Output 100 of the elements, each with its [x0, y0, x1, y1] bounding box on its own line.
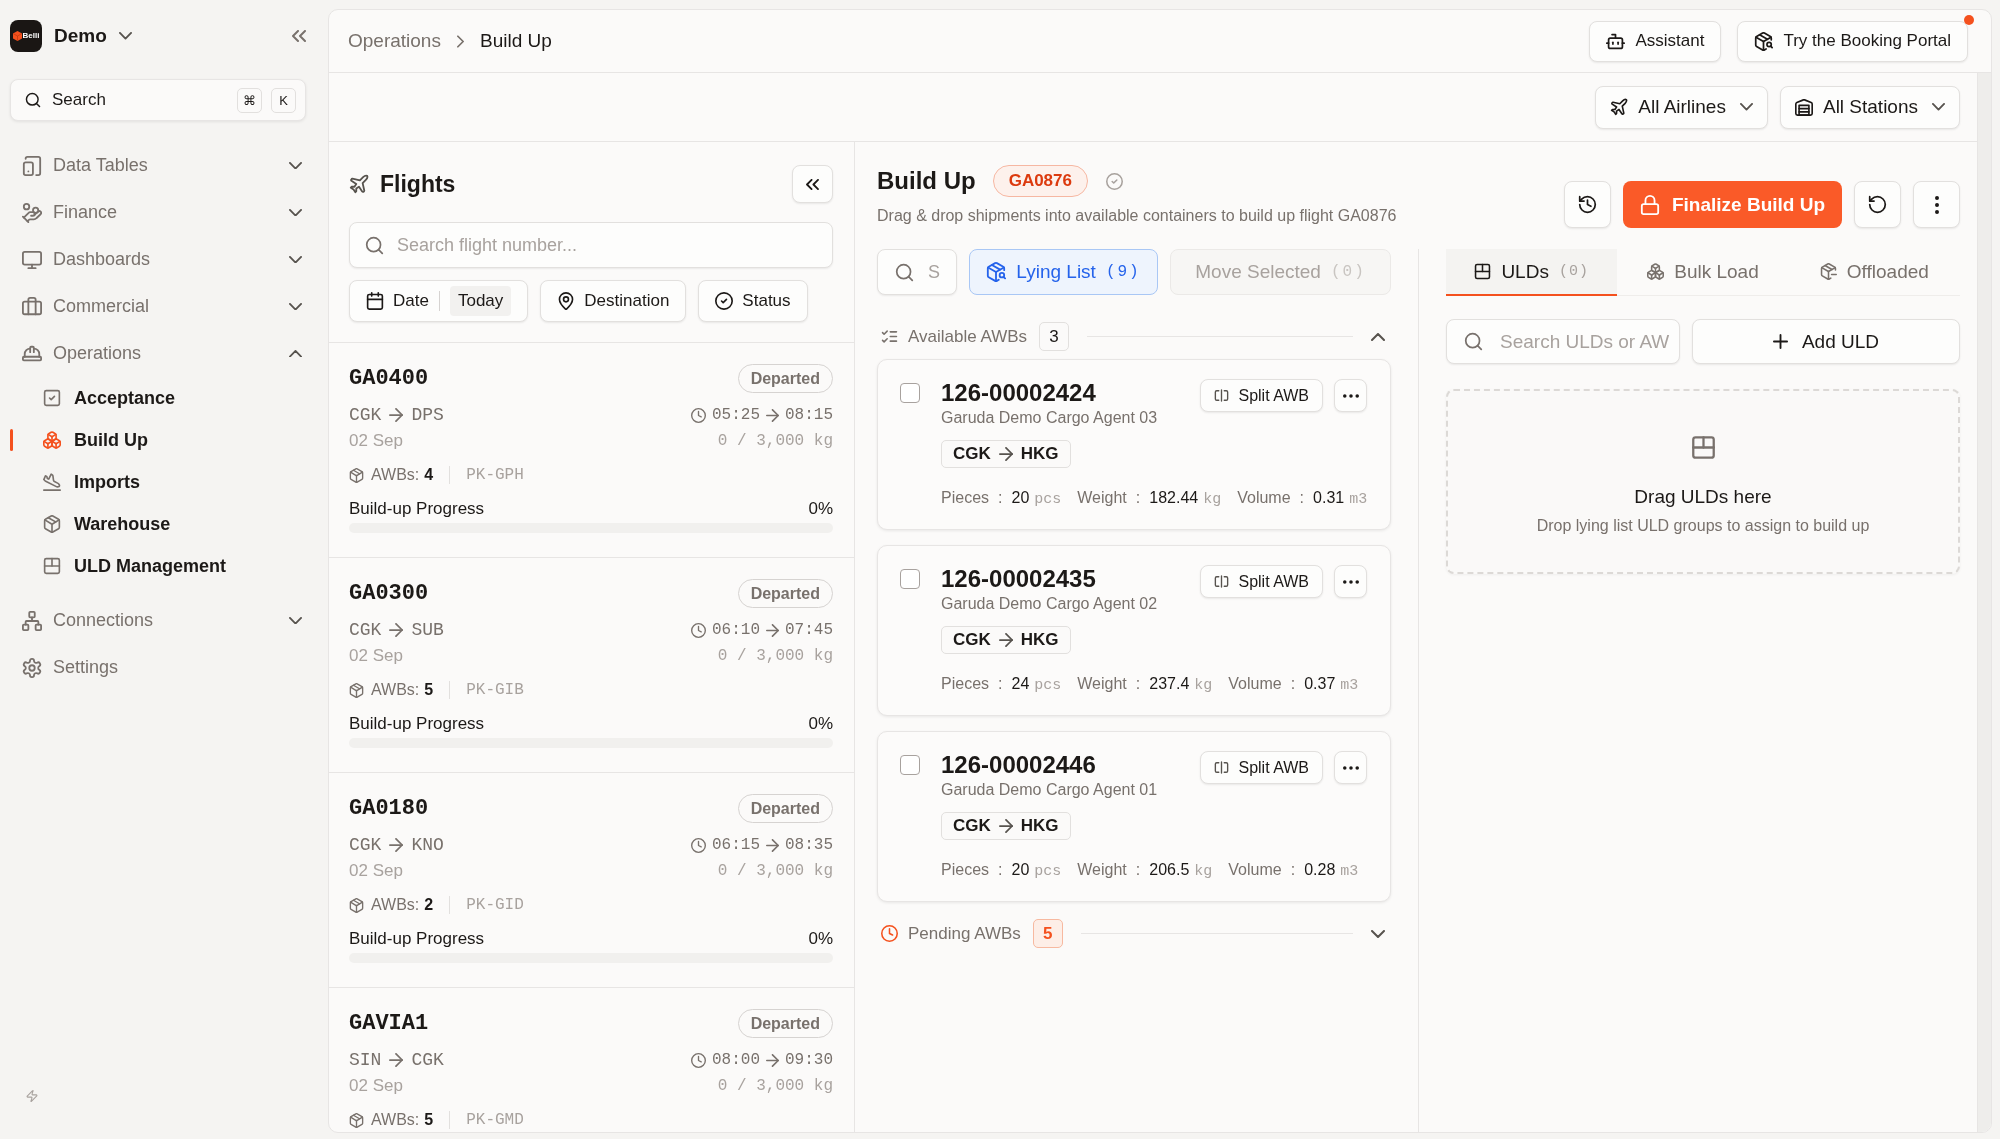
flight-number: GA0400 [349, 366, 429, 391]
awb-count: AWBs: 5 [371, 681, 434, 699]
nav-subitem[interactable]: Acceptance [10, 377, 306, 419]
flight-card[interactable]: GA0300 Departed CGK SUB 06:10 07:45 02 Sep 0 / 3,000 kg AWBs: 5 PK-GIB Build-up Progress 0% [329, 558, 854, 773]
nav-item[interactable]: Commercial [10, 283, 306, 330]
add-uld-button[interactable]: Add ULD [1692, 319, 1960, 364]
progress-label: Build-up Progress [349, 929, 485, 949]
split-awb-button[interactable]: Split AWB [1200, 751, 1323, 784]
boxes-icon [43, 431, 61, 449]
checkbox[interactable] [900, 755, 920, 775]
awb-count: AWBs: 4 [371, 466, 434, 484]
progress-label: Build-up Progress [349, 499, 485, 519]
clock-icon [690, 1052, 706, 1068]
page-subtitle: Drag & drop shipments into available containers to build up flight GA0876 [877, 206, 1397, 226]
filter-chip[interactable]: Status [698, 280, 808, 322]
nav-subitem[interactable]: ULD Management [10, 545, 306, 587]
airport-code: SUB [411, 620, 444, 640]
search-field[interactable]: S [877, 249, 957, 295]
warehouse-icon [1794, 98, 1813, 116]
history-button[interactable] [1564, 181, 1611, 228]
chevron-down-icon[interactable] [1371, 929, 1385, 938]
search-icon [895, 262, 914, 282]
filter-chip[interactable]: Destination [540, 280, 687, 322]
tab[interactable]: Bulk Load [1617, 249, 1789, 296]
header-button[interactable]: Try the Booking Portal [1737, 20, 1968, 62]
arrow-right-icon [389, 838, 404, 852]
checkbox[interactable] [900, 569, 920, 589]
checkbox[interactable] [900, 383, 920, 403]
check-circle-icon [1106, 172, 1123, 190]
airport-code: CGK [349, 835, 382, 855]
tab[interactable]: ULDs (0) [1446, 249, 1618, 296]
container-icon [1474, 263, 1492, 280]
collapse-button[interactable] [792, 165, 833, 203]
flight-badge: GA0876 [992, 165, 1088, 197]
calendar-icon [366, 292, 384, 310]
awb-stat: Weight : 206.5 kg [1077, 860, 1213, 880]
breadcrumb-item: Build Up [479, 30, 552, 52]
flight-card[interactable]: GAVIA1 Departed SIN CGK 08:00 09:30 02 Sep 0 / 3,000 kg AWBs: 5 PK-GMD [329, 988, 854, 1132]
awb-number: 126-00002446 [941, 751, 1097, 779]
lying-list-button[interactable]: Lying List (9) [969, 249, 1158, 295]
split-awb-button[interactable]: Split AWB [1200, 565, 1323, 598]
more-button[interactable] [1334, 379, 1367, 412]
progress-label: Build-up Progress [349, 714, 485, 734]
logo-text: Belli [22, 31, 40, 41]
split-icon [1214, 760, 1230, 775]
chevron-down-icon [1739, 103, 1753, 111]
robot-icon [1606, 31, 1626, 51]
airport-code: KNO [411, 835, 444, 855]
nav-item[interactable]: Finance [10, 189, 306, 236]
awb-stat: Volume : 0.31 m3 [1237, 488, 1368, 508]
search-icon [365, 235, 384, 255]
awb-stat: Weight : 182.44 kg [1077, 488, 1222, 508]
drop-zone[interactable]: Drag ULDs here Drop lying list ULD groups to assign to build up [1446, 389, 1960, 574]
filter-dropdown[interactable]: All Stations [1779, 85, 1960, 129]
search-button[interactable]: Search ⌘ K [10, 79, 306, 121]
briefcase-icon [22, 296, 42, 317]
search-field[interactable]: Search ULDs or AW [1446, 319, 1680, 364]
load-weight: 0 / 3,000 kg [717, 647, 833, 665]
load-weight: 0 / 3,000 kg [717, 432, 833, 450]
nav-subitem[interactable]: Warehouse [10, 503, 306, 545]
more-button[interactable] [1334, 565, 1367, 598]
departure-time: 05:25 [711, 406, 760, 424]
header-button[interactable]: Assistant [1589, 20, 1722, 62]
agent-name: Garuda Demo Cargo Agent 02 [941, 594, 1159, 614]
chevron-up-icon[interactable] [1371, 332, 1385, 341]
package-icon [349, 467, 364, 483]
more-horizontal-icon [1342, 765, 1359, 770]
nav-item[interactable]: Settings [10, 644, 306, 691]
nav-subitem[interactable]: Build Up [10, 419, 306, 461]
flight-number: GAVIA1 [349, 1011, 429, 1036]
plane-icon [1610, 98, 1629, 116]
nav-subitem[interactable]: Imports [10, 461, 306, 503]
refresh-button[interactable] [1854, 181, 1901, 228]
breadcrumb-item[interactable]: Operations [348, 30, 441, 52]
nav-item[interactable]: Operations [10, 330, 306, 377]
aircraft-registration: PK-GIB [466, 681, 524, 699]
flight-date: 02 Sep [349, 861, 403, 881]
plus-icon [1772, 334, 1788, 349]
search-field[interactable]: Search flight number... [349, 222, 833, 268]
flight-number: GA0300 [349, 581, 429, 606]
arrow-right-icon [998, 633, 1013, 647]
split-awb-button[interactable]: Split AWB [1200, 379, 1323, 412]
workspace-switcher[interactable]: Demo [54, 25, 132, 47]
nav-item[interactable]: Data Tables [10, 142, 306, 189]
arrow-right-icon [998, 819, 1013, 833]
flight-card[interactable]: GA0180 Departed CGK KNO 06:15 08:35 02 Sep 0 / 3,000 kg AWBs: 2 PK-GID Build-up Progress 0% [329, 773, 854, 988]
aircraft-registration: PK-GID [466, 896, 524, 914]
hand-coins-icon [22, 202, 42, 223]
nav-item[interactable]: Connections [10, 597, 306, 644]
nav-item[interactable]: Dashboards [10, 236, 306, 283]
filter-dropdown[interactable]: All Airlines [1595, 85, 1768, 129]
tab[interactable]: Offloaded [1788, 249, 1960, 296]
awb-stat: Volume : 0.37 m3 [1228, 674, 1359, 694]
progress-percent: 0% [808, 714, 833, 734]
flight-card[interactable]: GA0400 Departed CGK DPS 05:25 08:15 02 Sep 0 / 3,000 kg AWBs: 4 PK-GPH Build-up Progress 0% [329, 343, 854, 558]
collapse-sidebar-icon[interactable] [292, 30, 306, 42]
more-button[interactable] [1334, 751, 1367, 784]
awb-stat: Pieces : 24 pcs [941, 674, 1062, 694]
agent-name: Garuda Demo Cargo Agent 01 [941, 780, 1159, 800]
filter-chip[interactable]: Date Today [349, 280, 529, 322]
